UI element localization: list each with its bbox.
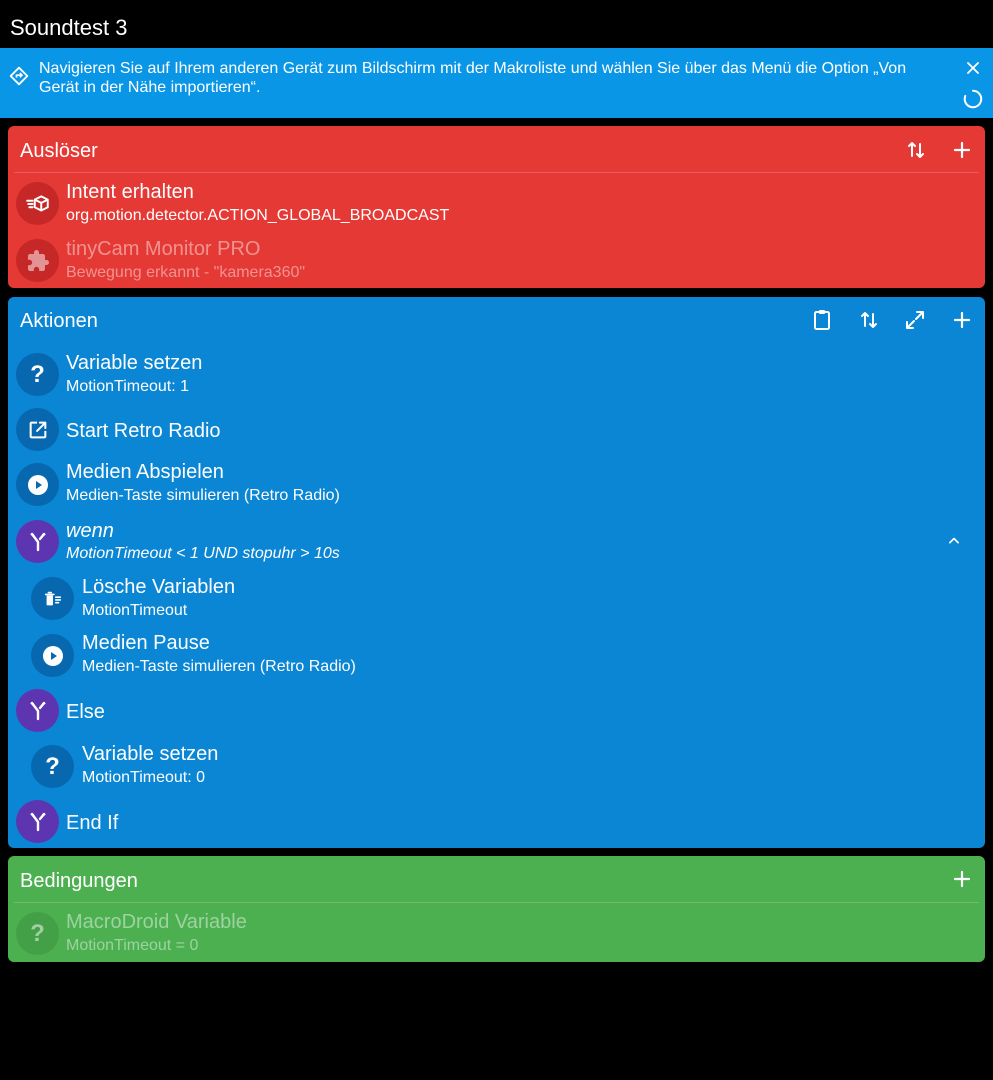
- reorder-icon[interactable]: [857, 308, 881, 332]
- action-title: Lösche Variablen: [82, 576, 236, 598]
- action-title: End If: [66, 812, 119, 834]
- reorder-icon[interactable]: [904, 138, 928, 162]
- constraints-section: Bedingungen ? MacroDroid Variable Motion…: [8, 856, 985, 962]
- action-subtitle: MotionTimeout < 1 UND stopuhr > 10s: [66, 545, 340, 562]
- play-icon: [16, 463, 59, 506]
- action-subtitle: MotionTimeout: 1: [66, 378, 190, 395]
- triggers-section: Auslöser Intent erhalten org.motion.dete…: [8, 126, 985, 288]
- constraints-divider: [14, 902, 979, 903]
- question-icon: ?: [31, 745, 74, 788]
- trigger-title: tinyCam Monitor PRO: [66, 238, 261, 260]
- action-title: Variable setzen: [66, 352, 203, 374]
- action-title: Medien Abspielen: [66, 461, 224, 483]
- action-title: Variable setzen: [82, 743, 219, 765]
- trigger-subtitle: Bewegung erkannt - "kamera360": [66, 264, 306, 281]
- play-icon: [31, 634, 74, 677]
- trigger-item-intent[interactable]: Intent erhalten org.motion.detector.ACTI…: [8, 178, 985, 228]
- add-action-icon[interactable]: [950, 308, 974, 332]
- action-item-variable-set[interactable]: ? Variable setzen MotionTimeout: 1: [8, 349, 985, 399]
- clipboard-icon[interactable]: [810, 308, 834, 332]
- action-item-launch-app[interactable]: Start Retro Radio: [8, 405, 985, 455]
- add-trigger-icon[interactable]: [950, 138, 974, 162]
- action-item-media-play[interactable]: Medien Abspielen Medien-Taste simulieren…: [8, 461, 985, 511]
- action-subtitle: Medien-Taste simulieren (Retro Radio): [82, 658, 356, 675]
- expand-icon[interactable]: [903, 308, 927, 332]
- constraint-item-variable[interactable]: ? MacroDroid Variable MotionTimeout = 0: [8, 908, 985, 958]
- plugin-icon: [16, 239, 59, 282]
- navigation-diamond-icon: [9, 66, 29, 91]
- spinner-icon: [962, 88, 984, 110]
- branch-icon: [16, 800, 59, 843]
- collapse-chevron-icon[interactable]: [944, 531, 964, 556]
- actions-section: Aktionen ? Variable setzen MotionTimeout…: [8, 297, 985, 848]
- constraints-title: Bedingungen: [20, 870, 138, 892]
- trigger-item-tinycam[interactable]: tinyCam Monitor PRO Bewegung erkannt - "…: [8, 236, 985, 286]
- close-icon[interactable]: [963, 58, 983, 78]
- action-subtitle: MotionTimeout: [82, 602, 188, 619]
- triggers-divider: [14, 172, 979, 173]
- app-titlebar: Soundtest 3: [0, 0, 993, 48]
- action-title: wenn: [66, 520, 114, 542]
- trigger-title: Intent erhalten: [66, 181, 194, 203]
- macro-title: Soundtest 3: [10, 15, 128, 40]
- branch-icon: [16, 689, 59, 732]
- actions-header: Aktionen: [8, 297, 985, 343]
- constraint-title: MacroDroid Variable: [66, 911, 247, 933]
- delete-variable-icon: [31, 577, 74, 620]
- add-constraint-icon[interactable]: [950, 867, 974, 891]
- triggers-header: Auslöser: [8, 126, 985, 172]
- action-item-clear-variables[interactable]: Lösche Variablen MotionTimeout: [8, 575, 985, 625]
- action-title: Else: [66, 701, 105, 723]
- branch-icon: [16, 520, 59, 563]
- constraint-subtitle: MotionTimeout = 0: [66, 937, 199, 954]
- action-item-media-pause[interactable]: Medien Pause Medien-Taste simulieren (Re…: [8, 632, 985, 682]
- triggers-title: Auslöser: [20, 140, 98, 162]
- action-item-if[interactable]: wenn MotionTimeout < 1 UND stopuhr > 10s: [8, 518, 985, 568]
- action-title: Start Retro Radio: [66, 420, 221, 442]
- intent-icon: [16, 182, 59, 225]
- actions-title: Aktionen: [20, 310, 98, 332]
- launch-app-icon: [16, 408, 59, 451]
- question-icon: ?: [16, 912, 59, 955]
- constraints-header: Bedingungen: [8, 856, 985, 902]
- action-subtitle: MotionTimeout: 0: [82, 769, 206, 786]
- trigger-subtitle: org.motion.detector.ACTION_GLOBAL_BROADC…: [66, 207, 450, 224]
- nearby-import-banner: Navigieren Sie auf Ihrem anderen Gerät z…: [0, 48, 993, 118]
- action-item-variable-set[interactable]: ? Variable setzen MotionTimeout: 0: [8, 743, 985, 793]
- action-item-else[interactable]: Else: [8, 688, 985, 738]
- banner-message: Navigieren Sie auf Ihrem anderen Gerät z…: [39, 60, 907, 96]
- question-icon: ?: [16, 353, 59, 396]
- action-item-end-if[interactable]: End If: [8, 799, 985, 848]
- action-title: Medien Pause: [82, 632, 210, 654]
- action-subtitle: Medien-Taste simulieren (Retro Radio): [66, 487, 340, 504]
